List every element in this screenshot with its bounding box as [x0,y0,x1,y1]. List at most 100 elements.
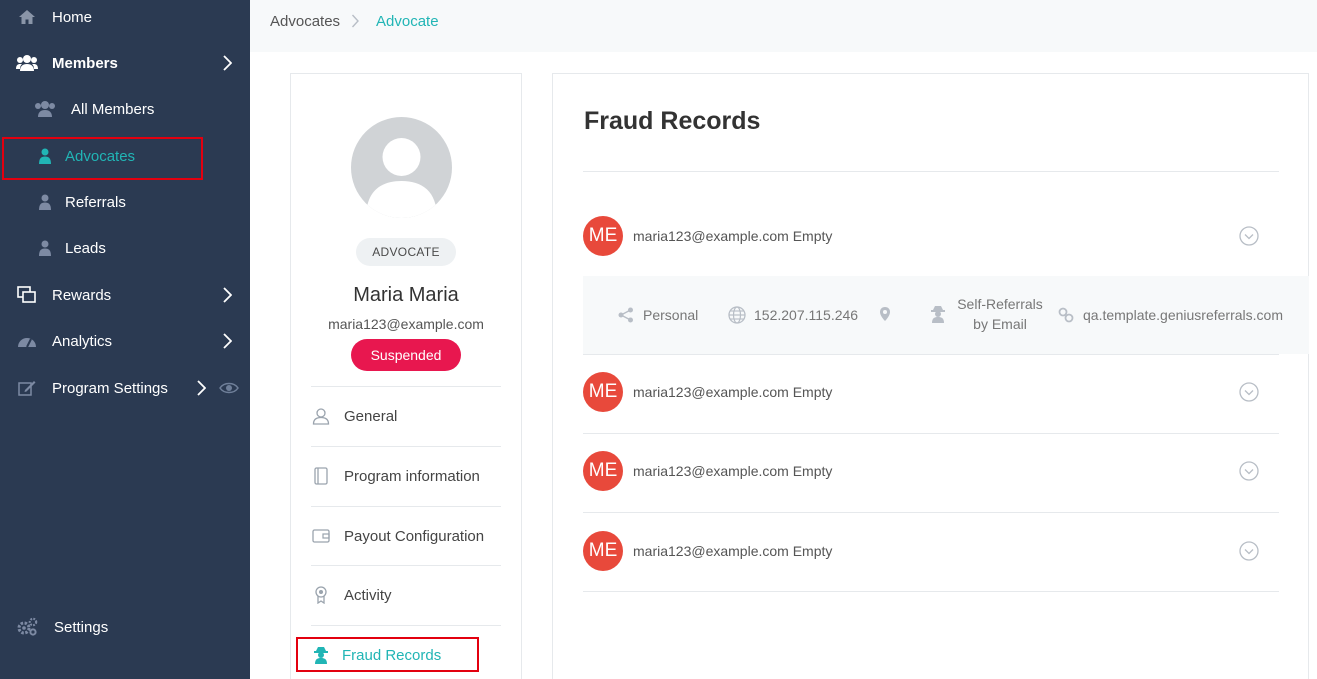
list-item[interactable]: ME maria123@example.com Empty [583,216,1279,276]
sidebar-item-label: Members [52,54,118,72]
award-icon [311,585,331,605]
detail-fraud-type: Self-Referrals by Email [953,294,1047,334]
detail-source-value: Personal [643,307,699,323]
fraud-records-panel: Fraud Records ME maria123@example.com Em… [552,73,1309,679]
gears-icon [16,617,38,637]
menu-item-label: Activity [344,586,392,604]
list-item[interactable]: ME maria123@example.com Empty [583,451,1279,511]
globe-icon [728,306,746,324]
highlight-box [296,637,479,672]
avatar: ME [583,372,623,412]
sidebar-item-label: Analytics [52,332,113,350]
document-icon [311,466,331,486]
chevron-down-circle-icon[interactable] [1239,226,1259,246]
role-badge: ADVOCATE [356,238,456,266]
divider [311,386,501,387]
breadcrumb: Advocates Advocate [250,0,1317,52]
detail-ip: 152.207.115.246 [728,306,858,324]
sidebar-item-label: Rewards [52,286,112,304]
menu-item-label: Payout Configuration [344,527,485,545]
divider [311,506,501,507]
chevron-down-circle-icon[interactable] [1239,461,1259,481]
breadcrumb-current: Advocate [376,13,439,30]
divider [311,565,501,566]
record-text: maria123@example.com Empty [633,228,833,244]
highlight-box [2,137,203,180]
lead-icon [34,238,56,258]
page-title: Fraud Records [584,107,761,135]
sidebar: Home Members All Members Advocates Refer… [0,0,250,679]
sidebar-item-all-members[interactable]: All Members [0,89,250,129]
chevron-down-circle-icon[interactable] [1239,541,1259,561]
sidebar-item-label: Leads [65,239,106,257]
status-badge: Suspended [351,339,461,371]
record-text: maria123@example.com Empty [633,384,833,400]
record-text: maria123@example.com Empty [633,463,833,479]
sidebar-item-label: All Members [71,100,155,118]
detail-domain-value: qa.template.geniusreferrals.com [1083,307,1283,323]
menu-item-payout-configuration[interactable]: Payout Configuration [311,521,501,551]
chevron-right-icon [222,287,233,307]
sidebar-item-members[interactable]: Members [0,43,250,83]
divider [311,446,501,447]
all-members-icon [34,99,56,119]
divider [583,354,1279,355]
breadcrumb-link-advocates[interactable]: Advocates [270,13,340,30]
sidebar-item-label: Settings [54,618,109,636]
sidebar-item-program-settings[interactable]: Program Settings [0,368,250,408]
members-icon [16,53,38,73]
list-item[interactable]: ME maria123@example.com Empty [583,531,1279,591]
menu-item-label: Program information [344,467,480,485]
menu-item-general[interactable]: General [311,401,501,431]
detail-domain: qa.template.geniusreferrals.com [1057,306,1283,324]
list-item[interactable]: ME maria123@example.com Empty [583,372,1279,432]
chevron-right-icon [196,380,207,400]
sidebar-item-label: Program Settings [52,379,168,397]
referral-icon [34,192,56,212]
chevron-down-circle-icon[interactable] [1239,382,1259,402]
menu-item-activity[interactable]: Activity [311,580,501,610]
sidebar-item-home[interactable]: Home [0,0,250,37]
menu-item-label: General [344,407,398,425]
divider [311,625,501,626]
sidebar-item-rewards[interactable]: Rewards [0,275,250,315]
divider [583,591,1279,592]
rewards-icon [16,285,38,305]
home-icon [16,7,38,27]
eye-icon[interactable] [219,381,239,399]
avatar [351,117,452,218]
avatar: ME [583,451,623,491]
sidebar-item-leads[interactable]: Leads [0,228,250,268]
sidebar-item-referrals[interactable]: Referrals [0,182,250,222]
avatar: ME [583,531,623,571]
sidebar-item-label: Referrals [65,193,126,211]
map-marker-icon [879,306,891,322]
detail-source: Personal [617,306,698,324]
sidebar-item-settings[interactable]: Settings [0,607,250,647]
profile-card: ADVOCATE Maria Maria maria123@example.co… [290,73,522,679]
link-icon [1057,306,1075,324]
sidebar-item-label: Home [52,8,93,26]
profile-email: maria123@example.com [328,316,484,332]
chevron-right-icon [222,333,233,353]
profile-name: Maria Maria [353,284,459,306]
wallet-icon [311,526,331,546]
record-details: Personal 152.207.115.246 Self-Referrals … [583,276,1309,354]
detail-fraud-type-line2: by Email [973,316,1027,332]
detail-fraud-type-line1: Self-Referrals [957,296,1043,312]
user-icon [311,406,331,426]
analytics-icon [16,331,38,351]
detail-ip-value: 152.207.115.246 [754,307,859,323]
divider [583,433,1279,434]
spy-icon [930,305,946,323]
menu-item-program-information[interactable]: Program information [311,461,501,491]
avatar: ME [583,216,623,256]
chevron-right-icon [222,55,233,75]
chevron-right-icon [351,14,359,32]
sidebar-item-analytics[interactable]: Analytics [0,321,250,361]
share-icon [617,306,635,324]
divider [583,171,1279,172]
divider [583,512,1279,513]
edit-icon [16,378,38,398]
record-text: maria123@example.com Empty [633,543,833,559]
